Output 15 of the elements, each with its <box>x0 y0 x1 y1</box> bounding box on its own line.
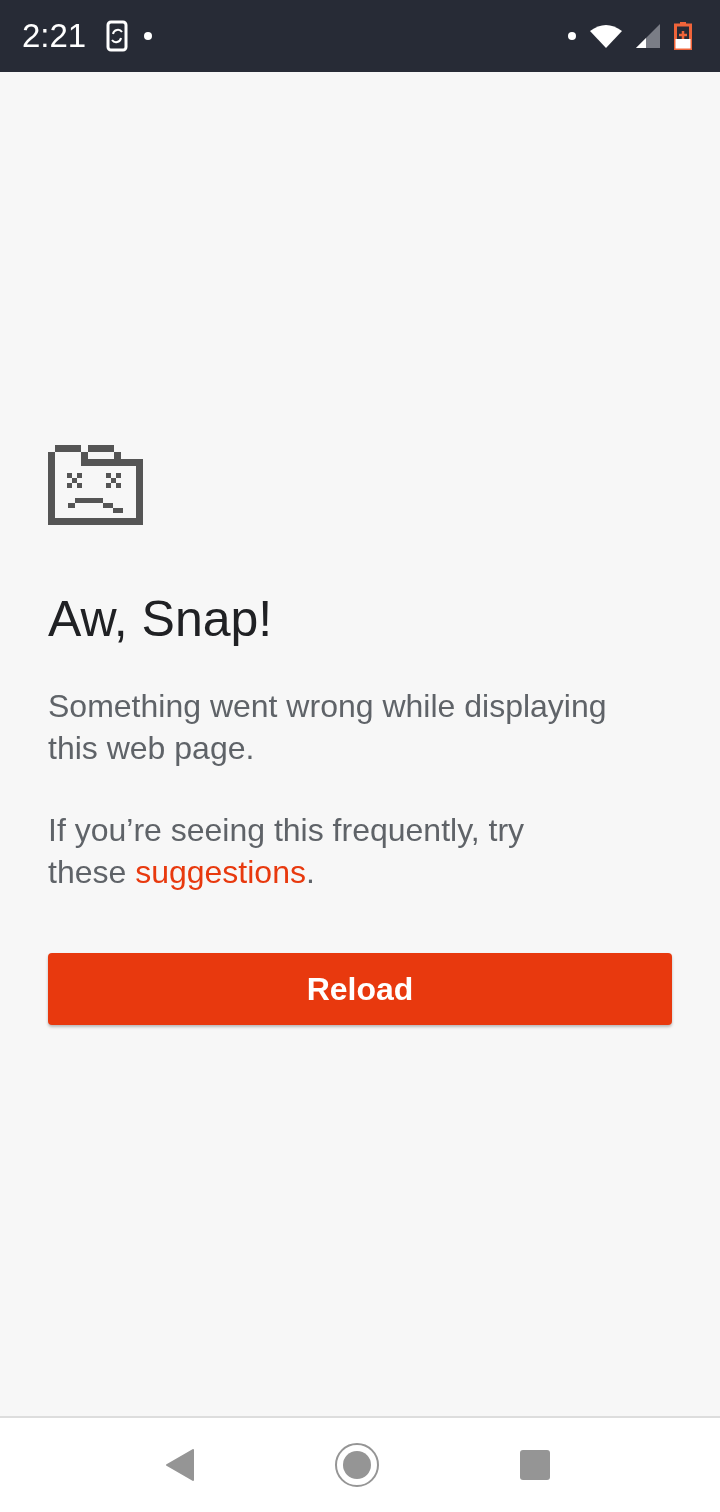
notification-dot-icon <box>568 32 576 40</box>
home-icon[interactable] <box>334 1442 380 1488</box>
phone-sync-icon <box>106 20 131 52</box>
notification-dot-icon <box>144 32 153 40</box>
clock-time: 2:21 <box>22 17 87 55</box>
signal-icon <box>636 24 660 48</box>
sad-tab-icon <box>48 445 143 525</box>
wifi-icon <box>590 24 622 48</box>
back-icon[interactable] <box>166 1449 194 1481</box>
error-message: Something went wrong while displaying this web page. <box>48 687 608 768</box>
suggestions-link[interactable]: suggestions <box>135 854 306 890</box>
error-hint: If you’re seeing this frequently, try these suggestions. <box>48 811 526 892</box>
reload-button[interactable]: Reload <box>48 953 672 1025</box>
error-title: Aw, Snap! <box>48 590 274 649</box>
battery-icon <box>674 22 692 50</box>
